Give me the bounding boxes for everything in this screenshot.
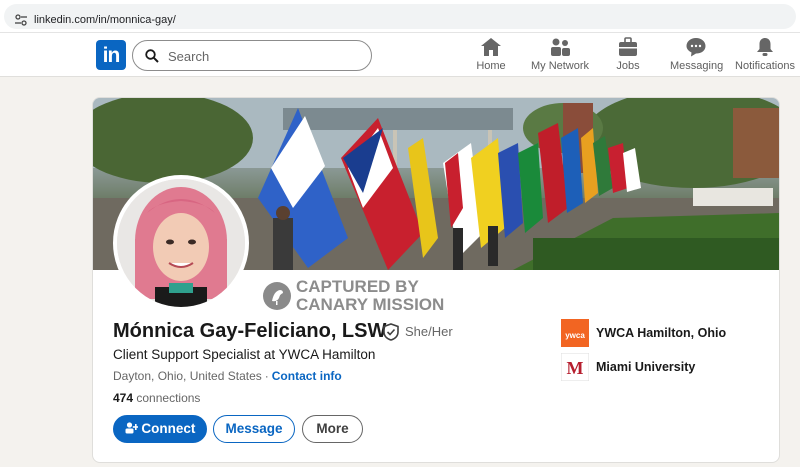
connections-number: 474 [113,391,134,405]
nav-messaging-label: Messaging [670,60,724,72]
nav-home[interactable]: Home [475,37,507,77]
verified-shield-icon[interactable] [383,323,399,341]
watermark-line-1: CAPTURED BY [296,277,419,296]
profile-avatar[interactable] [113,175,249,311]
search-input[interactable]: Search [168,49,209,64]
profile-headline: Client Support Specialist at YWCA Hamilt… [113,347,376,362]
connections-count[interactable]: 474 connections [113,391,200,405]
bell-icon [757,38,773,56]
nav-jobs[interactable]: Jobs [614,37,642,77]
add-person-icon [125,422,139,434]
search-box[interactable]: Search [132,40,372,71]
watermark-text: CAPTURED BY CANARY MISSION [296,278,444,314]
more-button-label: More [316,421,349,436]
search-icon [145,49,159,63]
svg-text:ywca: ywca [565,331,585,340]
school-name: Miami University [596,360,696,374]
connections-label: connections [136,391,201,405]
canary-bird-icon [263,282,291,310]
nav-my-network-label: My Network [530,60,590,72]
home-icon [481,38,501,56]
contact-info-link[interactable]: Contact info [272,369,342,383]
briefcase-icon [619,37,637,56]
site-settings-icon[interactable] [14,13,28,27]
top-navigation: in Search Home My Network Jobs Messaging… [0,33,800,77]
miami-university-logo: M [561,353,589,381]
browser-address-bar: linkedin.com/in/monnica-gay/ [0,0,800,33]
message-button[interactable]: Message [213,415,295,443]
url-text: linkedin.com/in/monnica-gay/ [34,14,176,26]
network-icon [551,38,570,56]
connect-button[interactable]: Connect [113,415,207,443]
nav-jobs-label: Jobs [616,60,640,72]
url-field[interactable]: linkedin.com/in/monnica-gay/ [4,4,796,29]
message-button-label: Message [225,421,283,436]
avatar-photo [117,179,245,307]
nav-notifications[interactable]: Notifications [735,37,795,77]
more-button[interactable]: More [302,415,363,443]
nav-my-network[interactable]: My Network [530,37,590,77]
location-line: Dayton, Ohio, United States · Contact info [113,369,342,383]
profile-card: CAPTURED BY CANARY MISSION Mónnica Gay-F… [92,97,780,463]
linkedin-logo[interactable]: in [96,40,126,70]
pronouns: She/Her [405,324,453,339]
nav-messaging[interactable]: Messaging [670,37,724,77]
location-text: Dayton, Ohio, United States [113,369,262,383]
company-name: YWCA Hamilton, Ohio [596,326,727,340]
ywca-logo: ywca [561,319,589,347]
profile-name: Mónnica Gay-Feliciano, LSW [113,320,387,342]
messaging-icon [686,38,706,57]
watermark-line-2: CANARY MISSION [296,295,445,314]
connect-button-label: Connect [141,421,196,436]
svg-text:M: M [567,358,584,378]
nav-notifications-label: Notifications [735,60,795,72]
nav-home-label: Home [476,60,506,72]
